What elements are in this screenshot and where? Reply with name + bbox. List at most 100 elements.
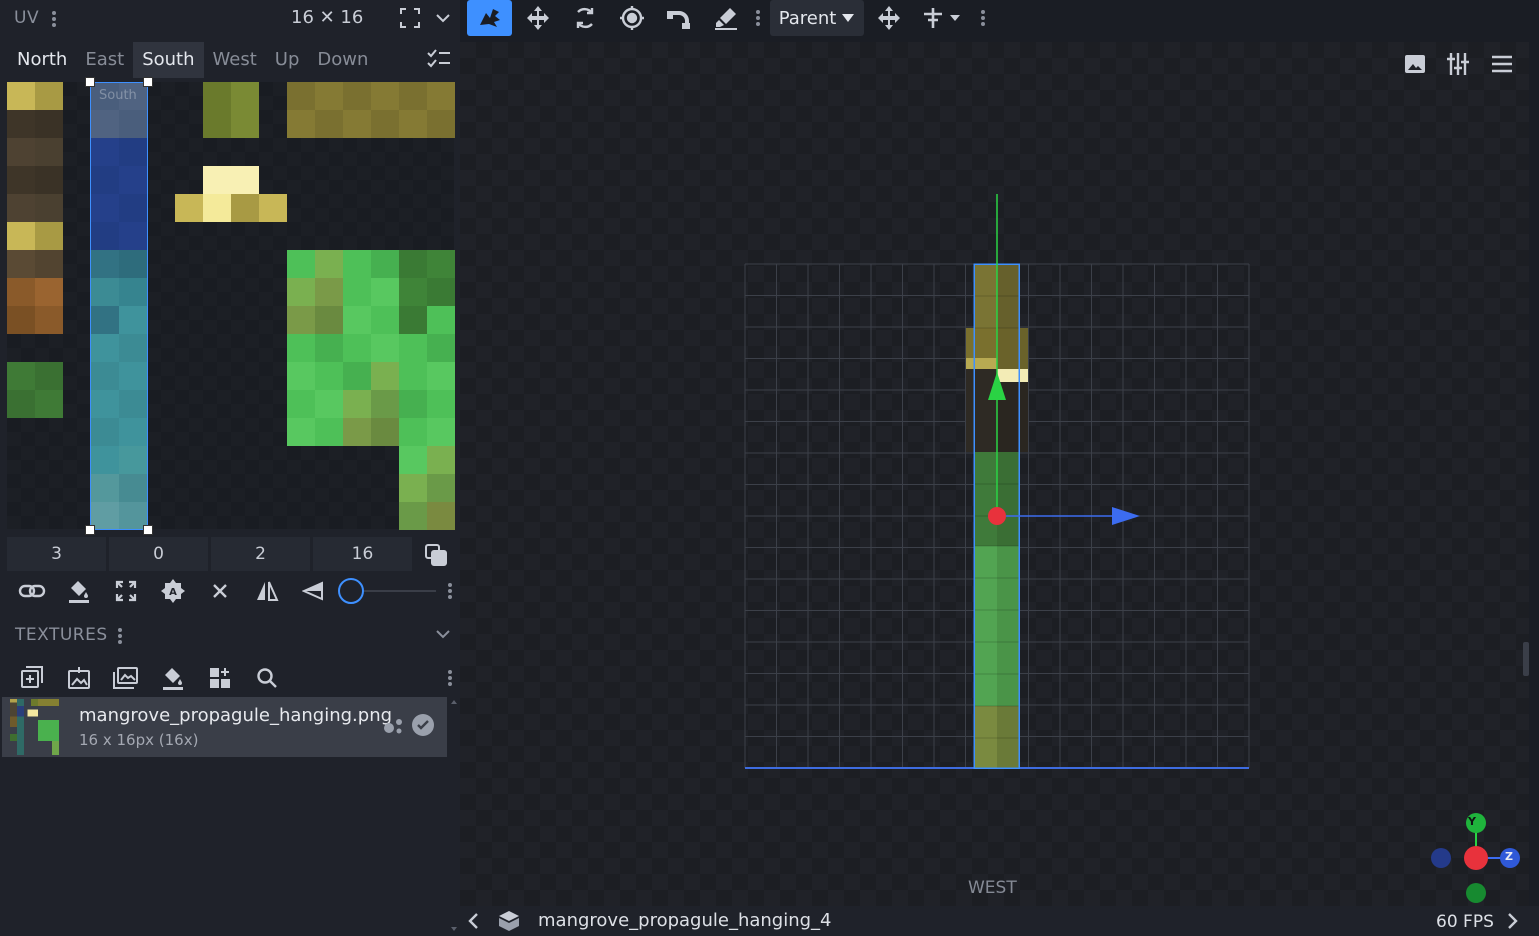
move-axis-button[interactable]	[866, 0, 911, 36]
chevron-left-icon[interactable]	[466, 912, 482, 930]
more-icon[interactable]	[446, 668, 454, 688]
texture-pixel	[315, 250, 343, 278]
tab-up[interactable]: Up	[266, 42, 309, 78]
viewport-scrollbar[interactable]	[1521, 102, 1529, 822]
uv-menu-icon[interactable]	[50, 9, 58, 29]
uv-y-input[interactable]: 0	[109, 537, 208, 571]
texture-pixel	[287, 306, 315, 334]
texture-pixel	[427, 306, 455, 334]
toolbar-more-icon[interactable]	[979, 8, 987, 28]
tab-north[interactable]: North	[0, 42, 76, 78]
copy-icon[interactable]	[423, 542, 449, 568]
paint-bucket-icon[interactable]	[55, 573, 102, 609]
texture-pixel	[35, 166, 63, 194]
texture-pixel	[371, 250, 399, 278]
gizmo-neg-z-icon[interactable]	[1431, 848, 1451, 868]
brush-tool-button[interactable]	[703, 0, 748, 36]
texture-atlas-icon[interactable]	[196, 660, 243, 696]
chevron-down-icon[interactable]	[433, 624, 453, 644]
texture-pixel	[259, 194, 287, 222]
chevron-right-icon[interactable]	[1504, 912, 1520, 930]
texture-pixel	[399, 306, 427, 334]
texture-pixel	[35, 222, 63, 250]
scene-canvas	[744, 194, 1520, 903]
check-icon[interactable]	[411, 713, 435, 737]
uv-resize-handle[interactable]	[85, 77, 95, 87]
search-icon[interactable]	[243, 660, 290, 696]
texture-pixel	[427, 82, 455, 110]
move-tool-button[interactable]	[515, 0, 560, 36]
auto-uv-icon[interactable]: A	[149, 573, 196, 609]
uv-coordinates: 3 0 2 16	[7, 537, 412, 571]
texture-pixel	[35, 110, 63, 138]
tab-west[interactable]: West	[204, 42, 266, 78]
texture-pixel	[175, 194, 203, 222]
gizmo-neg-y-icon[interactable]	[1466, 883, 1486, 903]
texture-pixel	[203, 110, 231, 138]
texture-pixel	[371, 278, 399, 306]
texture-pixel	[399, 474, 427, 502]
rotation-slider-knob[interactable]	[338, 578, 364, 604]
tab-east[interactable]: East	[76, 42, 133, 78]
particle-icon[interactable]	[383, 713, 405, 735]
tab-south[interactable]: South	[133, 42, 204, 78]
gizmo-x-icon[interactable]	[1464, 846, 1488, 870]
texture-tools	[8, 660, 452, 696]
textures-scrollbar[interactable]	[450, 697, 458, 936]
face-list-icon[interactable]	[426, 48, 452, 70]
texture-pixel	[343, 362, 371, 390]
texture-pixel	[427, 250, 455, 278]
texture-list-item[interactable]: mangrove_propagule_hanging.png 16 x 16px…	[2, 697, 447, 757]
texture-pixel	[371, 82, 399, 110]
dropdown-arrow-icon	[842, 14, 855, 22]
texture-pixel	[343, 278, 371, 306]
fullscreen-icon[interactable]	[398, 6, 422, 30]
texture-pixel	[371, 110, 399, 138]
texture-pixel	[371, 306, 399, 334]
uv-texture-canvas[interactable]	[7, 82, 455, 530]
texture-pixel	[399, 390, 427, 418]
3d-viewport[interactable]: Y Z WEST	[460, 42, 1529, 906]
texture-pixel	[203, 194, 231, 222]
texture-pixel	[343, 334, 371, 362]
texture-pixel	[315, 82, 343, 110]
mirror-icon[interactable]	[243, 573, 290, 609]
uv-height-input[interactable]: 16	[313, 537, 412, 571]
maximize-icon[interactable]	[102, 573, 149, 609]
fill-texture-icon[interactable]	[149, 660, 196, 696]
uv-x-input[interactable]: 3	[7, 537, 106, 571]
uv-resize-handle[interactable]	[143, 77, 153, 87]
texture-size: 16 x 16px (16x)	[79, 731, 199, 749]
z-axis-handle[interactable]	[1112, 507, 1140, 525]
close-icon[interactable]	[196, 573, 243, 609]
uv-resize-handle[interactable]	[85, 525, 95, 535]
add-texture-icon[interactable]	[8, 660, 55, 696]
more-icon[interactable]	[446, 581, 454, 601]
rotate-tool-button[interactable]	[562, 0, 607, 36]
uv-face-selection[interactable]: South	[90, 82, 148, 530]
uv-panel-title: UV	[14, 8, 40, 28]
pivot-mode-select[interactable]: Parent	[770, 0, 864, 36]
uv-resize-handle[interactable]	[143, 525, 153, 535]
texture-pixel	[7, 306, 35, 334]
rotation-slider-track[interactable]	[364, 590, 436, 592]
texture-pixel	[7, 82, 35, 110]
chevron-down-icon[interactable]	[433, 8, 453, 28]
texture-pixel	[427, 390, 455, 418]
flip-icon[interactable]	[290, 573, 337, 609]
texture-pixel	[427, 474, 455, 502]
texture-pixel	[427, 110, 455, 138]
pivot-tool-button[interactable]	[609, 0, 654, 36]
link-icon[interactable]	[8, 573, 55, 609]
images-icon[interactable]	[102, 660, 149, 696]
uv-width-input[interactable]: 2	[211, 537, 310, 571]
transform-tool-button[interactable]	[467, 0, 512, 36]
bend-tool-button[interactable]	[656, 0, 701, 36]
snap-options-button[interactable]	[915, 0, 967, 36]
import-texture-icon[interactable]	[55, 660, 102, 696]
x-axis-handle[interactable]	[988, 507, 1006, 525]
tab-down[interactable]: Down	[308, 42, 377, 78]
tools-more-icon[interactable]	[754, 8, 762, 28]
view-direction-label: WEST	[968, 878, 1017, 898]
textures-menu-icon[interactable]	[116, 626, 124, 646]
